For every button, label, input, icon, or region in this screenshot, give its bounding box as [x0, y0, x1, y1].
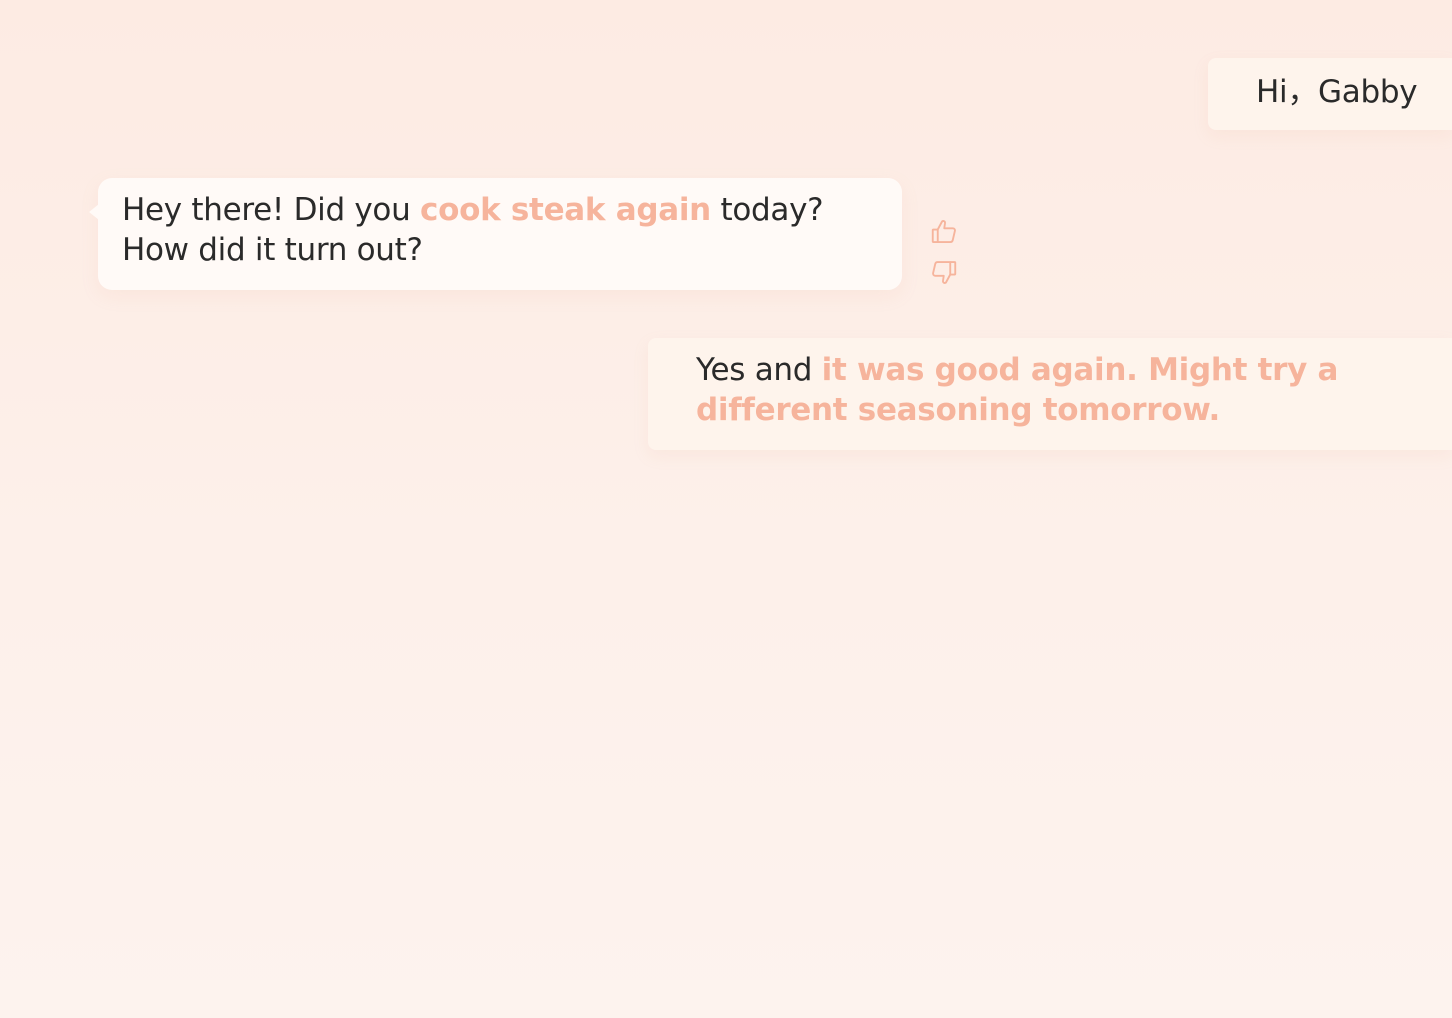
user-message-bubble: Yes and it was good again. Might try a d… [648, 338, 1452, 450]
user-message-text: Yes and [696, 352, 822, 388]
like-button[interactable] [927, 216, 961, 248]
greeting-text: Hi，Gabby [1256, 74, 1418, 110]
assistant-message-highlight: cook steak again [420, 192, 711, 228]
assistant-message-bubble: Hey there! Did you cook steak again toda… [89, 178, 902, 290]
thumbs-down-icon [932, 261, 957, 284]
chat-area: Hi，Gabby Hey there! Did you cook steak a… [0, 0, 1452, 1018]
dislike-button[interactable] [927, 256, 961, 288]
message-feedback [924, 216, 964, 288]
thumbs-up-icon [931, 220, 956, 243]
greeting-bubble: Hi，Gabby [1208, 58, 1452, 130]
assistant-message-text: Hey there! Did you [122, 192, 421, 228]
